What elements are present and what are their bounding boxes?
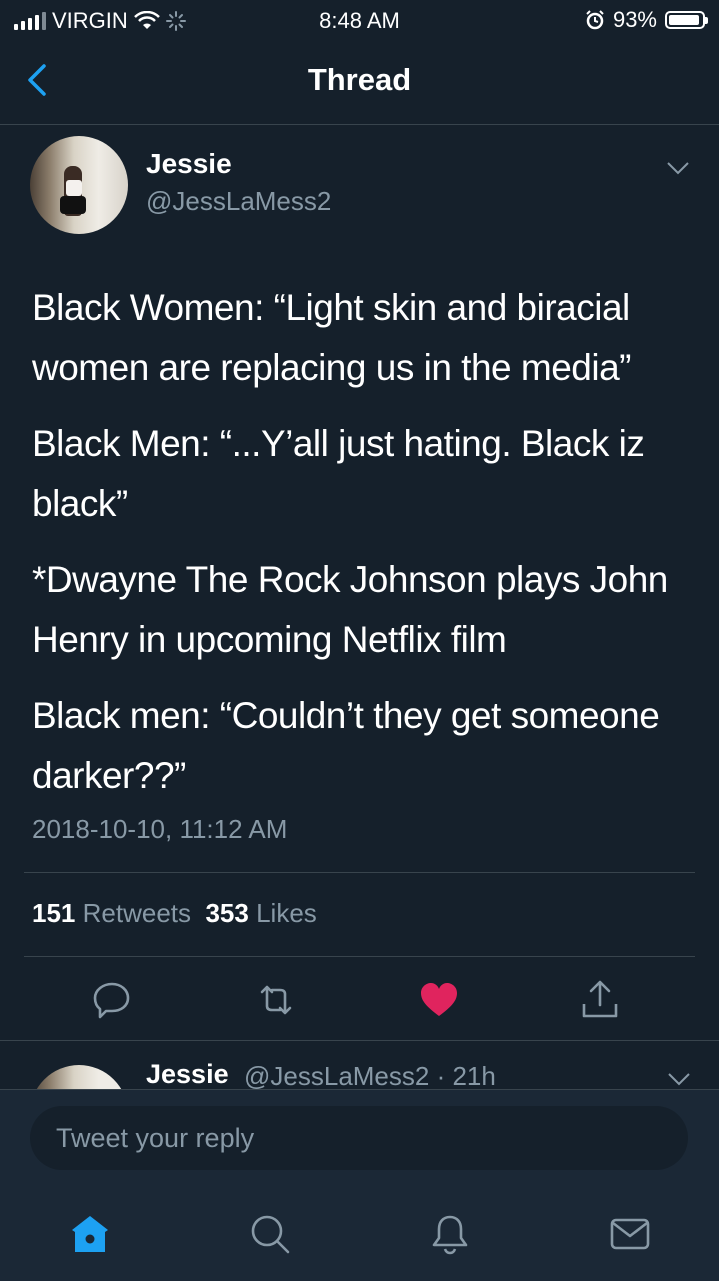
home-icon[interactable] (68, 1212, 112, 1256)
user-handle[interactable]: @JessLaMess2 (146, 186, 331, 217)
share-icon[interactable] (578, 978, 622, 1022)
tweet-text: Black Women: “Light skin and biracial wo… (32, 278, 692, 822)
likes-label[interactable]: Likes (256, 898, 317, 928)
display-name[interactable]: Jessie (146, 148, 232, 180)
tweet-header: Jessie @JessLaMess2 (30, 136, 700, 236)
reply-handle-time: @JessLaMess2 · 21h (244, 1061, 496, 1089)
tweet-paragraph: *Dwayne The Rock Johnson plays John Henr… (32, 559, 668, 660)
messages-icon[interactable] (608, 1212, 652, 1256)
tweet-stats: 151 Retweets 353 Likes (32, 898, 317, 929)
search-icon[interactable] (248, 1212, 292, 1256)
reply-input[interactable]: Tweet your reply (30, 1106, 688, 1170)
retweet-icon[interactable] (254, 978, 298, 1022)
divider (24, 956, 695, 957)
status-bar: VIRGIN 8:48 AM 93% (0, 0, 719, 40)
page-title: Thread (307, 62, 412, 97)
tweet-timestamp: 2018-10-10, 11:12 AM (32, 814, 288, 844)
avatar[interactable] (30, 1065, 128, 1089)
retweets-label[interactable]: Retweets (83, 898, 191, 928)
battery-percent: 93% (612, 7, 657, 32)
tweet-paragraph: Black men: “Couldn’t they get someone da… (32, 695, 660, 796)
battery-icon (665, 11, 708, 29)
tweet-actions (0, 972, 719, 1028)
chevron-down-icon[interactable] (667, 1071, 691, 1087)
notifications-icon[interactable] (428, 1212, 472, 1256)
bottom-bar: Tweet your reply (0, 1089, 719, 1281)
retweets-count[interactable]: 151 (32, 898, 75, 928)
divider (24, 872, 695, 873)
like-heart-icon[interactable] (417, 978, 461, 1022)
tweet-paragraph: Black Women: “Light skin and biracial wo… (32, 287, 632, 388)
likes-count[interactable]: 353 (205, 898, 248, 928)
reply-tweet-preview[interactable]: Jessie @JessLaMess2 · 21h (0, 1041, 719, 1089)
chevron-down-icon[interactable] (666, 160, 690, 176)
reply-display-name[interactable]: Jessie (146, 1059, 229, 1089)
tweet-paragraph: Black Men: “...Y’all just hating. Black … (32, 423, 645, 524)
nav-bar: Thread (0, 40, 719, 125)
alarm-icon (586, 10, 604, 30)
reply-icon[interactable] (90, 978, 134, 1022)
status-right: 93% (585, 7, 708, 33)
avatar[interactable] (30, 136, 128, 234)
